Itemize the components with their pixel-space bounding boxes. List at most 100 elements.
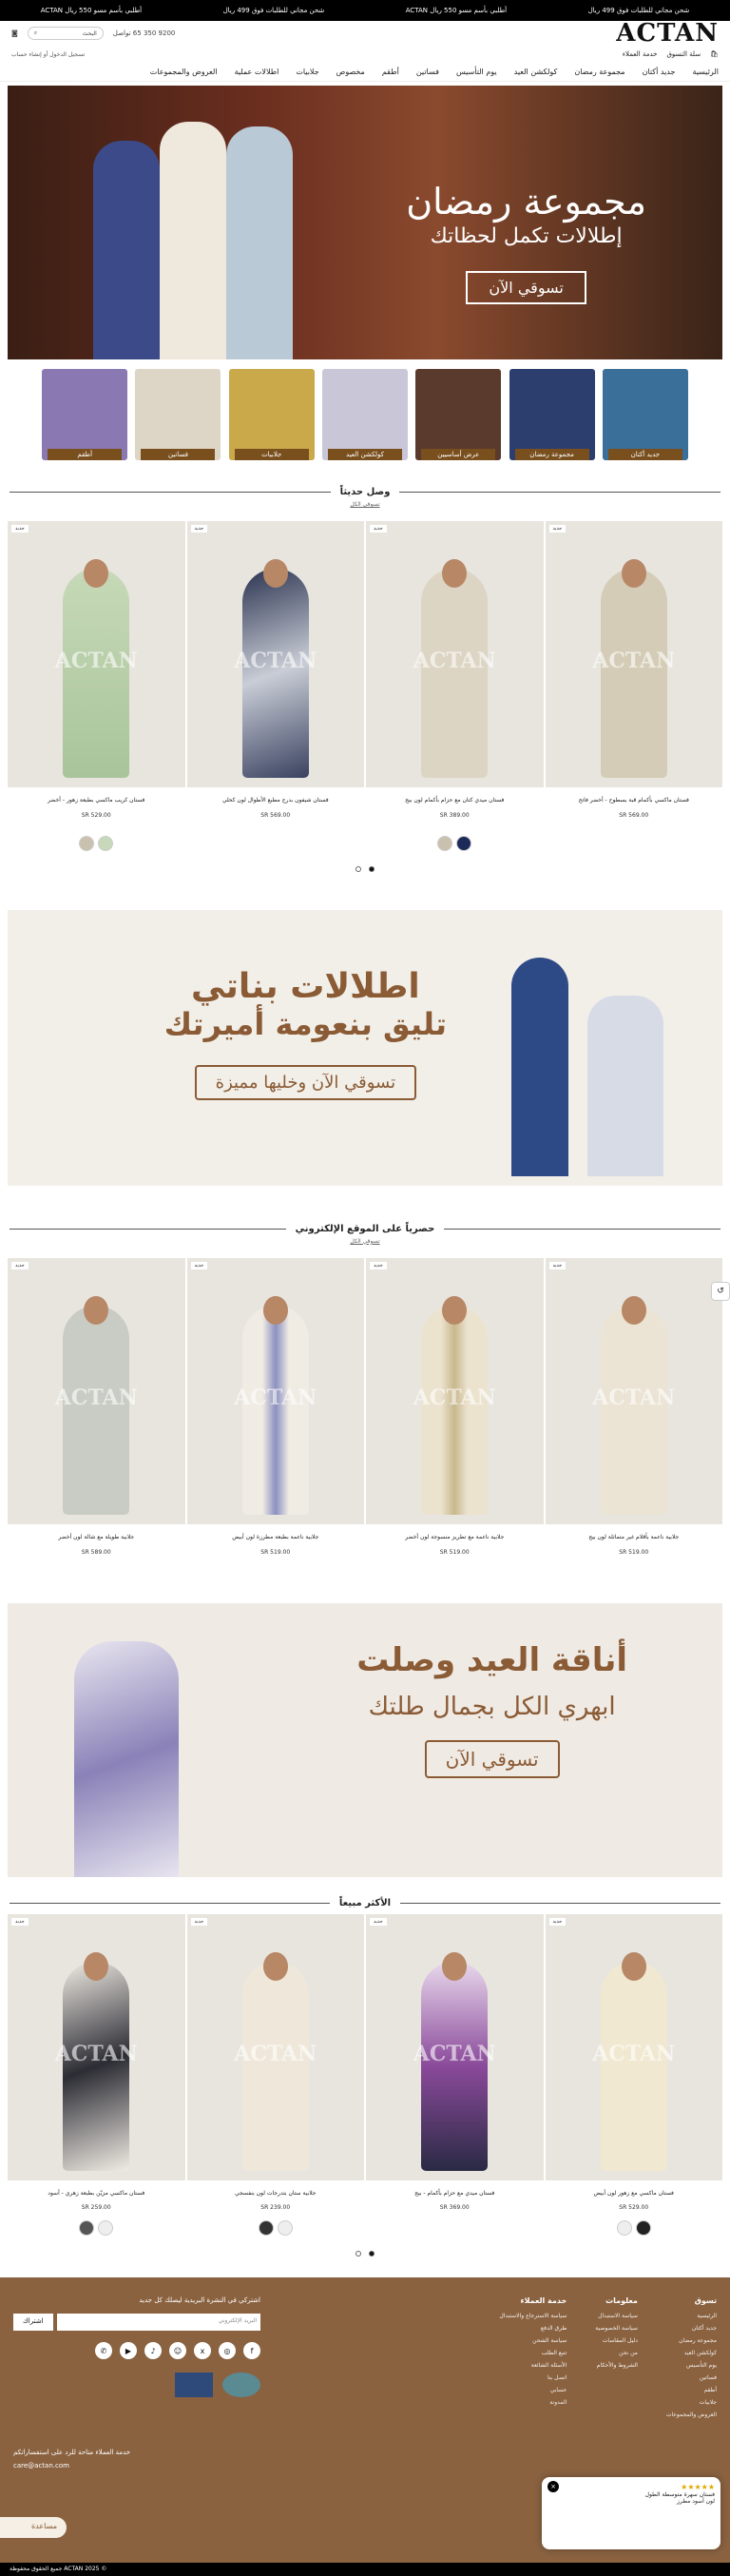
color-swatch[interactable] <box>456 835 472 851</box>
tiktok-icon[interactable]: ♪ <box>144 2342 162 2360</box>
nav-item[interactable]: اطلالات عملية <box>235 68 279 76</box>
chat-button[interactable]: مساعدة <box>0 2517 67 2538</box>
view-all-link[interactable]: تسوقي الكل <box>0 501 730 508</box>
instagram-icon[interactable]: ◎ <box>219 2342 236 2360</box>
view-all-link[interactable]: تسوقي الكل <box>0 1238 730 1245</box>
product-card[interactable]: جديد ACTAN فستان ماكسي مزيّن بطبعة زهري -… <box>8 1913 185 2238</box>
color-swatch[interactable] <box>635 2220 651 2237</box>
category-card[interactable]: جلابيات <box>228 369 315 460</box>
nav-item[interactable]: فساتين <box>416 68 439 76</box>
facebook-icon[interactable]: f <box>243 2342 260 2360</box>
account-link[interactable]: تسجيل الدخول أو إنشاء حساب <box>11 51 85 58</box>
product-card[interactable]: جديد ACTAN فستان كريب ماكسي بطبعة زهور - … <box>8 521 185 853</box>
search-input[interactable]: البحث ⌕ <box>27 27 104 40</box>
product-name[interactable]: فستان ماكسي مع زهور لون أبيض <box>546 2190 723 2198</box>
twitter-icon[interactable]: x <box>194 2342 211 2360</box>
category-card[interactable]: كولكشن العيد <box>322 369 409 460</box>
nav-item[interactable]: العروض والمجموعات <box>150 68 218 76</box>
nav-item[interactable]: جلابيات <box>296 68 318 76</box>
product-name[interactable]: فستان ميدي كتان مع حزام بأكمام لون بيج <box>366 797 544 804</box>
nav-item[interactable]: مجموعة رمضان <box>574 68 624 76</box>
footer-link[interactable]: حسابي <box>499 2387 567 2393</box>
product-card[interactable]: جديد ACTAN جلابية طويلة مع شالة لون أخضر … <box>8 1257 185 1556</box>
color-swatch[interactable] <box>79 835 95 851</box>
color-swatch[interactable] <box>79 2220 95 2237</box>
footer-link[interactable]: من نحن <box>595 2350 638 2356</box>
cart-icon[interactable]: 🛍 <box>710 50 719 58</box>
product-card[interactable]: جديد ACTAN فستان شيفون بدرج مطبع الأطوال … <box>186 521 365 853</box>
footer-link[interactable]: فساتين <box>666 2374 717 2381</box>
color-swatch[interactable] <box>98 2220 114 2237</box>
close-icon[interactable]: × <box>548 2481 559 2492</box>
promo-banner[interactable]: اطلالات بناتي تليق بنعومة أميرتك تسوقي ا… <box>8 909 722 1186</box>
search-icon[interactable]: ⌕ <box>34 29 37 37</box>
phone-link[interactable]: 9200 350 65 تواصل <box>113 29 176 37</box>
banner-cta-button[interactable]: تسوقي الآن وخليها مميزة <box>194 1064 417 1100</box>
footer-link[interactable]: تتبع الطلب <box>499 2350 567 2356</box>
color-swatch[interactable] <box>98 835 114 851</box>
footer-link[interactable]: طرق الدفع <box>499 2325 567 2332</box>
color-swatch[interactable] <box>616 2220 632 2237</box>
cart-link[interactable]: سلة التسوق <box>666 50 701 58</box>
product-name[interactable]: فستان شيفون بدرج مطبع الأطوال لون كحلي <box>187 797 365 804</box>
nav-item[interactable]: أطقم <box>382 68 399 76</box>
product-name[interactable]: فستان ماكسي مزيّن بطبعة زهري - أسود <box>8 2190 185 2198</box>
youtube-icon[interactable]: ▶ <box>120 2342 137 2360</box>
footer-link[interactable]: سياسة الخصوصية <box>595 2325 638 2332</box>
product-card[interactable]: جديد ACTAN فستان ميدي كتان مع حزام بأكمام… <box>366 521 544 853</box>
product-card[interactable]: جديد ACTAN جلابية ستان بتدرجات لون بنفسجي… <box>186 1913 364 2238</box>
carousel-dot[interactable] <box>369 865 375 872</box>
footer-link[interactable]: المدونة <box>499 2399 567 2406</box>
footer-link[interactable]: يوم التأسيس <box>666 2362 717 2369</box>
category-card[interactable]: جديد أكتان <box>602 369 688 460</box>
customer-service-link[interactable]: خدمة العملاء <box>623 50 658 58</box>
footer-link[interactable]: سياسة الشحن <box>499 2337 567 2344</box>
nav-item[interactable]: كولكشن العيد <box>514 68 558 76</box>
snapchat-icon[interactable]: ☺ <box>169 2342 186 2360</box>
footer-link[interactable]: جديد أكتان <box>666 2325 717 2332</box>
footer-link[interactable]: سياسة الاستبدال <box>595 2313 638 2319</box>
banner-cta-button[interactable]: تسوقي الآن <box>424 1739 560 1778</box>
promo-banner[interactable]: أناقة العيد وصلت ابهري الكل بجمال طلتك ت… <box>8 1602 722 1877</box>
hero-banner[interactable]: مجموعة رمضان إطلالات تكمل لحظاتك تسوقي ا… <box>8 86 722 359</box>
category-card[interactable]: مجموعة رمضان <box>509 369 595 460</box>
product-card[interactable]: جديد ACTAN فستان ميدي مع حزام بأكمام - بي… <box>366 1913 544 2238</box>
product-name[interactable]: فستان ميدي مع حزام بأكمام - بيج <box>366 2190 544 2198</box>
footer-link[interactable]: كولكشن العيد <box>666 2350 717 2356</box>
instagram-icon[interactable]: ◙ <box>11 29 18 37</box>
footer-link[interactable]: سياسة الاسترجاع والاستبدال <box>499 2313 567 2319</box>
footer-link[interactable]: الرئيسية <box>666 2313 717 2319</box>
footer-link[interactable]: دليل المقاسات <box>595 2337 638 2344</box>
carousel-dot[interactable] <box>369 2251 375 2257</box>
category-card[interactable]: عرض أساسيين <box>415 369 502 460</box>
color-swatch[interactable] <box>277 2220 293 2237</box>
nav-item[interactable]: جديد أكتان <box>643 68 676 76</box>
product-card[interactable]: جديد ACTAN فستان ماكسي مع زهور لون أبيض S… <box>545 1913 723 2238</box>
product-name[interactable]: جلابية طويلة مع شالة لون أخضر <box>8 1534 185 1541</box>
product-name[interactable]: جلابية ناعمة بأقلام غير متماثلة لون بيج <box>546 1534 723 1541</box>
footer-link[interactable]: مجموعة رمضان <box>666 2337 717 2344</box>
recent-purchase-popup[interactable]: ★★★★★ فستان سهرة متوسطة الطول لون أسود م… <box>542 2477 720 2549</box>
product-name[interactable]: فستان كريب ماكسي بطبعة زهور - أخضر <box>8 797 185 804</box>
color-swatch[interactable] <box>437 835 453 851</box>
category-card[interactable]: فساتين <box>135 369 221 460</box>
product-name[interactable]: جلابية ناعمة مع تطريز منسوجة لون أخضر <box>366 1534 544 1541</box>
footer-link[interactable]: الأسئلة الشائعة <box>499 2362 567 2369</box>
product-name[interactable]: فستان ماكسي بأكمام قبة بسطوح - أخضر فاتح <box>546 797 723 804</box>
product-card[interactable]: جديد ACTAN جلابية ناعمة مع تطريز منسوجة ل… <box>366 1257 544 1556</box>
footer-link[interactable]: أطقم <box>666 2387 717 2393</box>
product-name[interactable]: جلابية ناعمة بطبعة مطرزة لون أبيض <box>187 1534 365 1541</box>
contact-email[interactable]: care@actan.com <box>13 2462 717 2469</box>
product-card[interactable]: جديد ACTAN فستان ماكسي بأكمام قبة بسطوح -… <box>545 521 723 853</box>
color-swatch[interactable] <box>258 2220 274 2237</box>
category-card[interactable]: أطقم <box>42 369 128 460</box>
nav-item[interactable]: الرئيسية <box>692 68 719 76</box>
footer-link[interactable]: العروض والمجموعات <box>666 2411 717 2418</box>
footer-link[interactable]: جلابيات <box>666 2399 717 2406</box>
whatsapp-icon[interactable]: ✆ <box>95 2342 112 2360</box>
site-logo[interactable]: ACTAN <box>616 19 719 48</box>
subscribe-button[interactable]: اشتراك <box>13 2314 53 2332</box>
nav-item[interactable]: يوم التأسيس <box>456 68 497 76</box>
carousel-dot[interactable] <box>355 2251 361 2257</box>
nav-item[interactable]: مخصوص <box>336 68 365 76</box>
